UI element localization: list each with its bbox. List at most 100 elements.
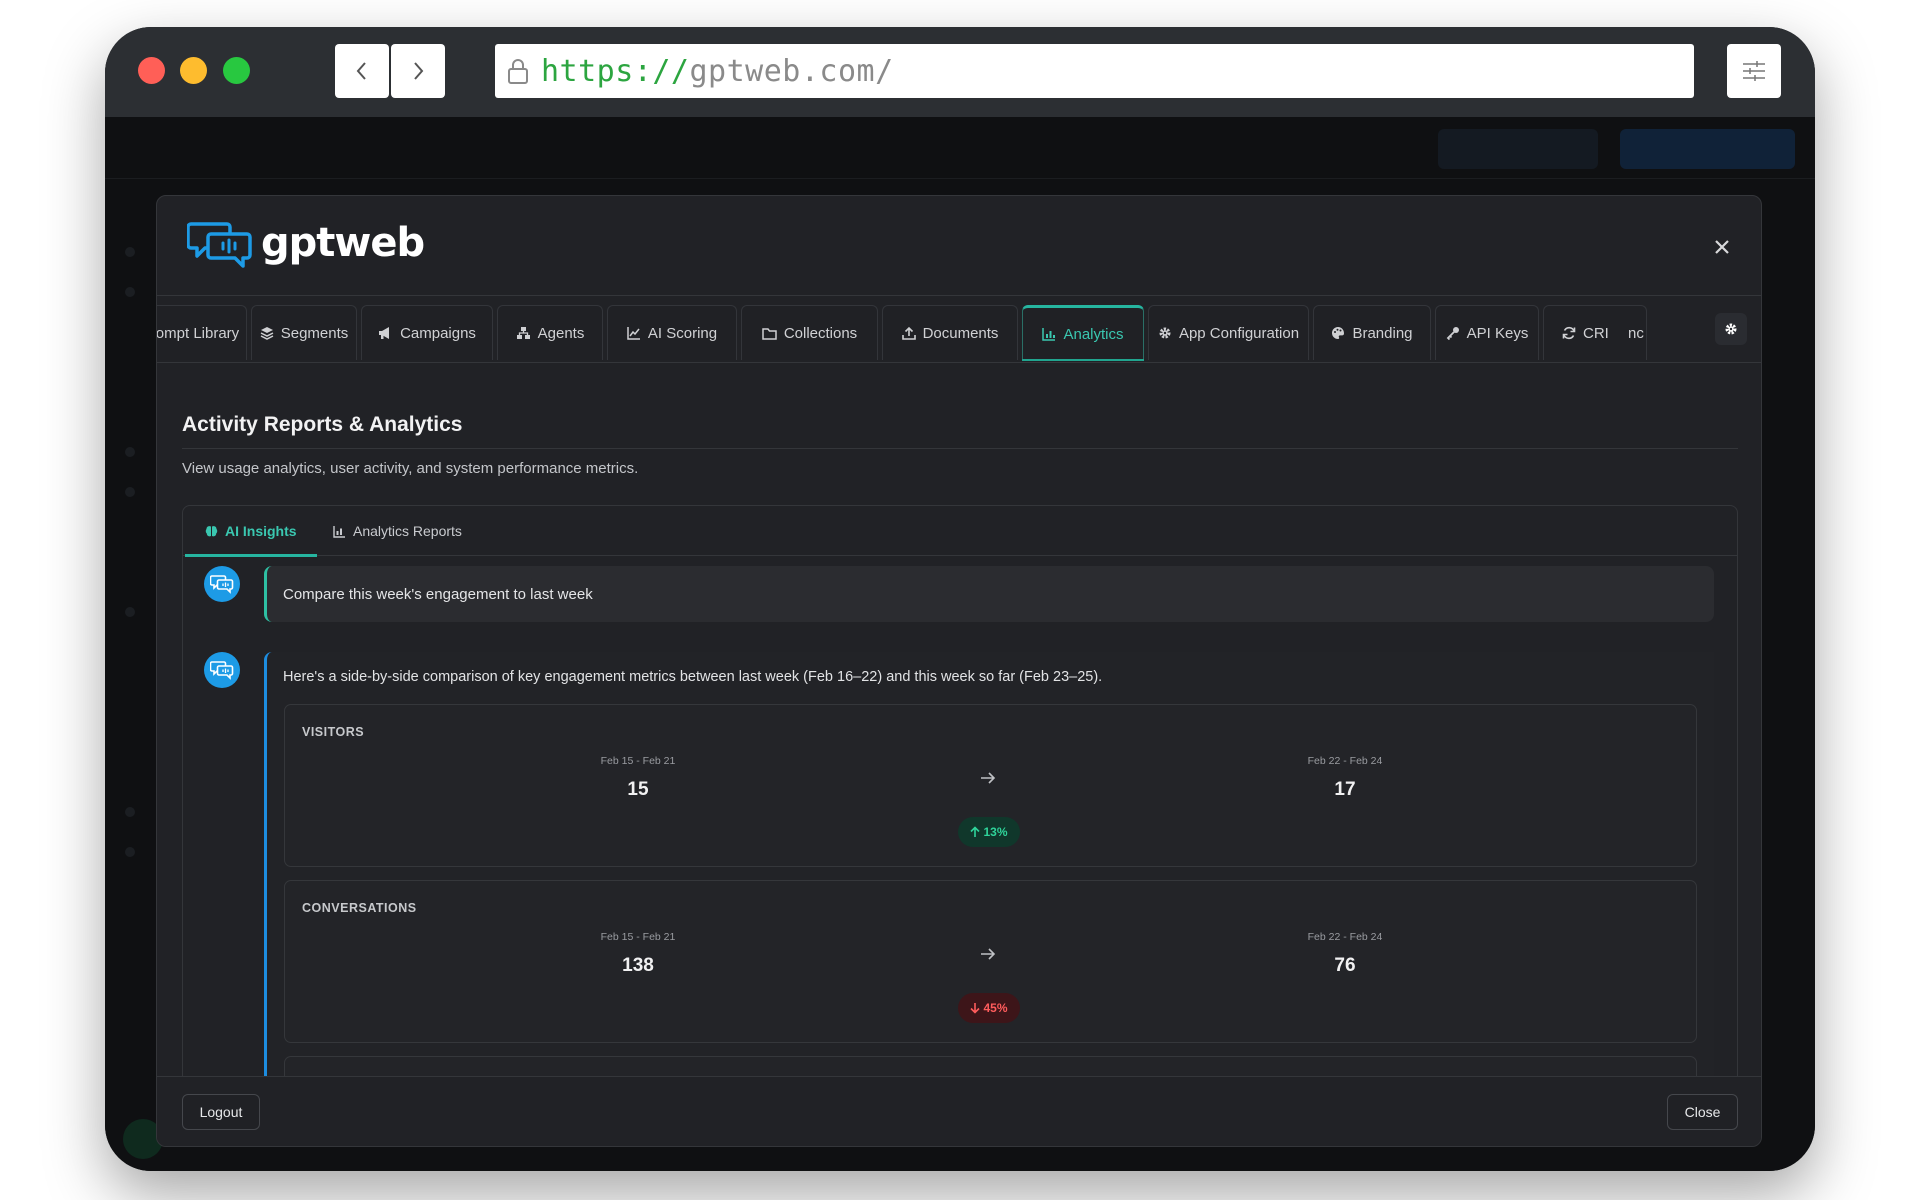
assistant-message: Here's a side-by-side comparison of key … [264,652,1714,1105]
megaphone-icon [379,327,390,339]
user-message: Compare this week's engagement to last w… [264,566,1714,622]
tab-documents[interactable]: Documents [882,305,1018,360]
sliders-icon [1743,61,1765,81]
tab-label: Collections [783,324,858,342]
curr-period-label: Feb 22 - Feb 24 [1307,755,1383,767]
gear-icon [1725,323,1737,335]
address-bar[interactable]: https://gptweb.com/ [495,44,1694,98]
logout-button[interactable]: Logout [182,1094,260,1130]
assistant-avatar [204,566,240,602]
tab-analytics[interactable]: Analytics [1022,305,1144,361]
folder-icon [762,327,777,340]
tab-overflow-text: nc [1628,324,1644,342]
curr-period-value: 17 [1334,779,1356,800]
gear-icon [1159,327,1171,339]
prev-period-label: Feb 15 - Feb 21 [600,931,676,943]
background-dot [125,287,135,297]
change-badge-down: 45% [958,993,1020,1023]
change-badge-up: 13% [958,817,1020,847]
tab-ai-scoring[interactable]: AI Scoring [607,305,737,360]
tab-crm-sync[interactable]: CRI nc [1543,305,1647,360]
tab-campaigns[interactable]: Campaigns [361,305,493,360]
tab-label: CRI [1583,324,1609,342]
modal-close-button[interactable] [1709,234,1735,260]
background-dot [125,607,135,617]
tab-label: rompt Library [157,324,240,342]
background-button [1620,129,1795,169]
tab-label: Analytics [1063,325,1124,343]
browser-toolbar: https://gptweb.com/ [105,27,1815,117]
tab-label: Agents [537,324,585,342]
bar-chart-icon [1042,328,1056,341]
browser-window: https://gptweb.com/ gptweb rompt Library… [105,27,1815,1171]
tab-app-configuration[interactable]: App Configuration [1148,305,1309,360]
upload-icon [901,326,916,340]
subtab-analytics-reports[interactable]: Analytics Reports [333,506,462,556]
chevron-left-icon [356,62,366,80]
palette-icon [1332,327,1345,339]
change-value: 13% [983,825,1008,839]
page-title: Activity Reports & Analytics [182,413,463,436]
metric-title: VISITORS [302,725,365,739]
tab-label: API Keys [1466,324,1529,342]
arrow-down-icon [970,1003,981,1014]
url-text: https://gptweb.com/ [541,54,894,89]
modal-header: gptweb [157,196,1761,296]
window-maximize-button[interactable] [223,57,250,84]
tab-label: Branding [1352,324,1413,342]
page-description: View usage analytics, user activity, and… [182,460,639,477]
tab-label: Segments [280,324,349,342]
tab-label: AI Scoring [647,324,718,342]
browser-menu-button[interactable] [1727,44,1781,98]
page-viewport: gptweb rompt Library Segments Campaigns [105,117,1815,1171]
title-divider [182,448,1738,449]
subtab-ai-insights[interactable]: AI Insights [185,506,317,557]
settings-modal: gptweb rompt Library Segments Campaigns [156,195,1762,1147]
metric-card-visitors: VISITORS Feb 15 - Feb 21 15 Feb 22 - Feb… [284,704,1697,867]
modal-footer: Logout Close [157,1076,1761,1146]
change-value: 45% [983,1001,1008,1015]
chat-bubbles-icon [210,575,234,594]
tab-branding[interactable]: Branding [1313,305,1431,360]
close-button[interactable]: Close [1667,1094,1738,1130]
back-button[interactable] [335,44,389,98]
subtab-label: AI Insights [225,523,297,539]
arrow-right-icon [981,948,996,960]
tab-label: Documents [922,324,999,342]
background-dot [125,807,135,817]
tab-collections[interactable]: Collections [741,305,878,360]
assistant-avatar [204,652,240,688]
forward-button[interactable] [391,44,445,98]
tab-settings-button[interactable] [1715,313,1747,345]
chat-bubbles-icon [210,661,234,680]
tab-agents[interactable]: Agents [497,305,603,360]
prev-period-value: 138 [622,955,654,976]
background-app-header [105,117,1815,179]
lock-icon [508,59,528,84]
background-dot [125,247,135,257]
arrow-up-icon [970,826,981,837]
analytics-panel: AI Insights Analytics Reports Compare th… [182,505,1738,1105]
close-icon [1715,240,1729,254]
prev-period-label: Feb 15 - Feb 21 [600,755,676,767]
tab-label: Campaigns [400,324,476,342]
tab-api-keys[interactable]: API Keys [1435,305,1539,360]
tab-prompt-library[interactable]: rompt Library [157,305,247,360]
brand-name: gptweb [261,220,425,266]
curr-period-label: Feb 22 - Feb 24 [1307,931,1383,943]
background-dot [125,847,135,857]
subtab-label: Analytics Reports [353,523,462,539]
window-close-button[interactable] [138,57,165,84]
window-minimize-button[interactable] [180,57,207,84]
brand-logo: gptweb [187,218,425,268]
tab-segments[interactable]: Segments [251,305,357,360]
chevron-right-icon [414,62,424,80]
settings-tabs: rompt Library Segments Campaigns Agents … [157,297,1761,363]
background-dot [125,487,135,497]
brain-icon [205,525,218,536]
sync-icon [1562,326,1576,340]
curr-period-value: 76 [1334,955,1356,976]
background-button [1438,129,1598,169]
layers-icon [260,327,274,340]
assistant-intro-text: Here's a side-by-side comparison of key … [283,669,1103,685]
